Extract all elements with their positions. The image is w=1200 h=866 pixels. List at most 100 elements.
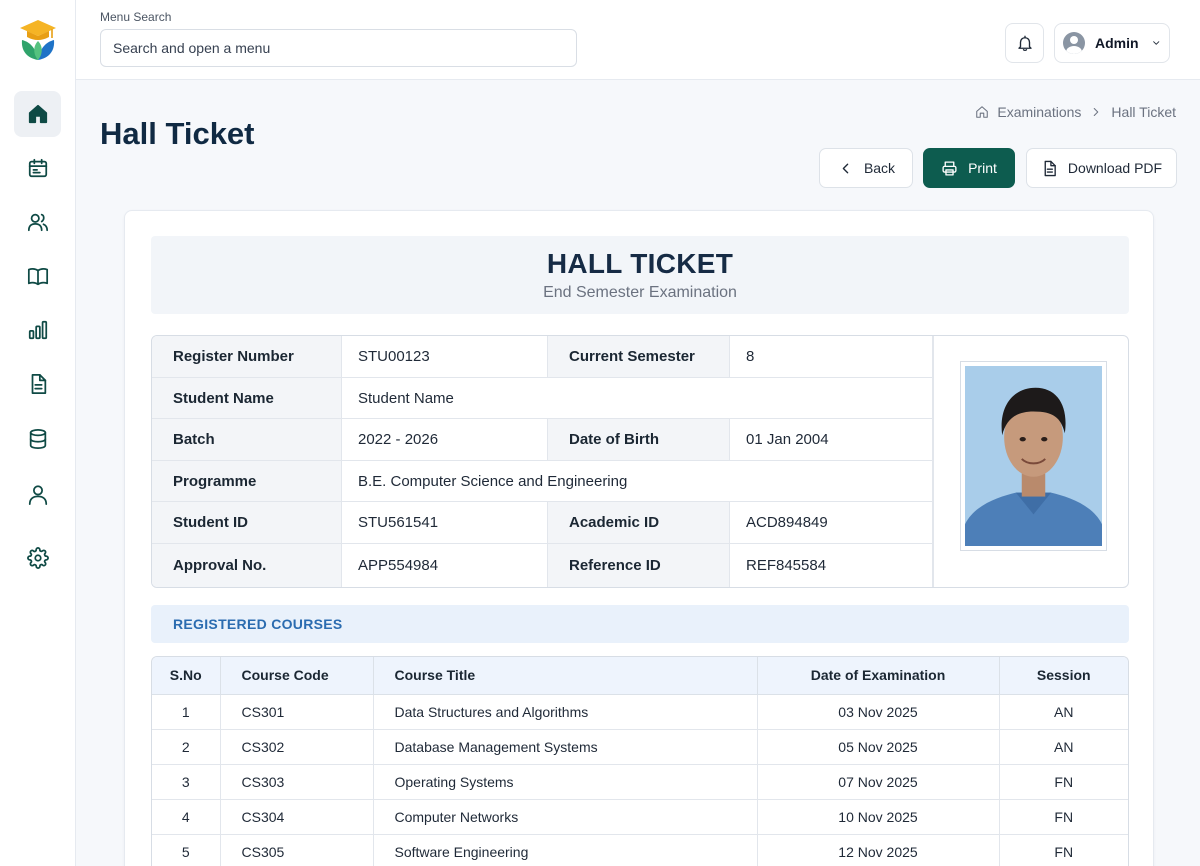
col-header-sno: S.No [152,657,221,695]
nav-reports[interactable] [14,307,61,353]
user-name: Admin [1095,35,1139,51]
table-row: 2 CS302 Database Management Systems 05 N… [152,729,1128,765]
bell-icon [1017,35,1032,51]
hall-ticket-card: HALL TICKET End Semester Examination Reg… [124,210,1154,866]
bar-chart-icon [28,320,47,340]
search-input[interactable] [100,29,577,67]
users-icon [27,213,48,232]
photo-cell [933,336,1128,587]
document-icon [1044,160,1056,176]
table-row: 5 CS305 Software Engineering 12 Nov 2025… [152,834,1128,866]
student-name-value: Student Name [342,378,933,419]
book-icon [27,268,48,286]
cell-course-title: Data Structures and Algorithms [373,694,758,730]
cell-exam-date: 03 Nov 2025 [757,694,1000,730]
search-label: Menu Search [100,10,172,24]
ticket-subtitle: End Semester Examination [543,284,737,301]
cell-session: FN [999,764,1128,800]
cell-course-code: CS304 [220,799,374,835]
cell-exam-date: 05 Nov 2025 [757,729,1000,765]
back-button-label: Back [863,160,896,176]
print-button-label: Print [968,160,997,176]
cell-sno: 4 [152,799,221,835]
chevron-down-icon [1152,41,1159,45]
notifications-button[interactable] [1005,23,1044,63]
dob-label: Date of Birth [548,419,730,461]
document-icon [31,373,46,395]
cell-course-code: CS302 [220,729,374,765]
gear-icon [26,547,49,569]
breadcrumb-examinations[interactable]: Examinations [997,104,1081,120]
nav-courses[interactable] [14,253,61,299]
approval-label: Approval No. [152,544,342,587]
print-button[interactable]: Print [923,148,1015,188]
table-row: 1 CS301 Data Structures and Algorithms 0… [152,694,1128,730]
sidebar [0,0,76,866]
home-icon[interactable] [975,105,989,119]
current-semester-value: 8 [730,336,933,378]
cell-sno: 5 [152,834,221,866]
ticket-header: HALL TICKET End Semester Examination [151,236,1129,314]
current-semester-label: Current Semester [548,336,730,378]
register-number-label: Register Number [152,336,342,378]
download-pdf-label: Download PDF [1067,160,1163,176]
back-button[interactable]: Back [819,148,913,188]
cell-sno: 3 [152,764,221,800]
cell-session: FN [999,834,1128,866]
cell-course-code: CS305 [220,834,374,866]
home-icon [28,104,47,124]
courses-header-row: S.No Course Code Course Title Date of Ex… [152,657,1128,695]
nav-settings[interactable] [14,535,61,581]
chevron-right-icon [1094,107,1099,117]
breadcrumb: Examinations Hall Ticket [975,104,1176,120]
nav-users[interactable] [14,199,61,245]
nav-home[interactable] [14,91,61,137]
dob-value: 01 Jan 2004 [730,419,933,461]
cell-course-code: CS303 [220,764,374,800]
download-pdf-button[interactable]: Download PDF [1026,148,1177,188]
courses-table: S.No Course Code Course Title Date of Ex… [151,656,1129,866]
programme-value: B.E. Computer Science and Engineering [342,461,933,502]
student-name-label: Student Name [152,378,342,419]
cell-exam-date: 10 Nov 2025 [757,799,1000,835]
cell-sno: 1 [152,694,221,730]
nav-profile[interactable] [14,472,61,518]
academic-id-label: Academic ID [548,502,730,544]
batch-label: Batch [152,419,342,461]
batch-value: 2022 - 2026 [342,419,548,461]
registered-courses-heading: REGISTERED COURSES [151,605,1129,643]
avatar [1063,32,1085,54]
chevron-left-icon [842,163,849,173]
page-title: Hall Ticket [100,116,255,151]
col-header-session: Session [999,657,1128,695]
student-photo [960,361,1107,551]
database-icon [29,428,46,450]
nav-documents[interactable] [14,361,61,407]
user-icon [28,485,47,506]
register-number-value: STU00123 [342,336,548,378]
cell-sno: 2 [152,729,221,765]
cell-session: AN [999,694,1128,730]
cell-course-title: Computer Networks [373,799,758,835]
top-bar: Menu Search Admin [76,0,1200,80]
student-info-table: Register Number STU00123 Current Semeste… [151,335,1129,588]
cell-session: AN [999,729,1128,765]
nav-database[interactable] [14,416,61,462]
col-header-course-title: Course Title [373,657,758,695]
table-row: 3 CS303 Operating Systems 07 Nov 2025 FN [152,764,1128,800]
table-row: 4 CS304 Computer Networks 10 Nov 2025 FN [152,799,1128,835]
reference-id-value: REF845584 [730,544,933,587]
reference-id-label: Reference ID [548,544,730,587]
cell-course-title: Operating Systems [373,764,758,800]
student-id-label: Student ID [152,502,342,544]
student-id-value: STU561541 [342,502,548,544]
app-logo[interactable] [18,18,58,62]
nav-calendar[interactable] [14,145,61,191]
approval-value: APP554984 [342,544,548,587]
cell-course-title: Software Engineering [373,834,758,866]
cell-course-code: CS301 [220,694,374,730]
col-header-exam-date: Date of Examination [757,657,1000,695]
cell-session: FN [999,799,1128,835]
user-menu-button[interactable]: Admin [1054,23,1170,63]
printer-icon [942,160,957,176]
